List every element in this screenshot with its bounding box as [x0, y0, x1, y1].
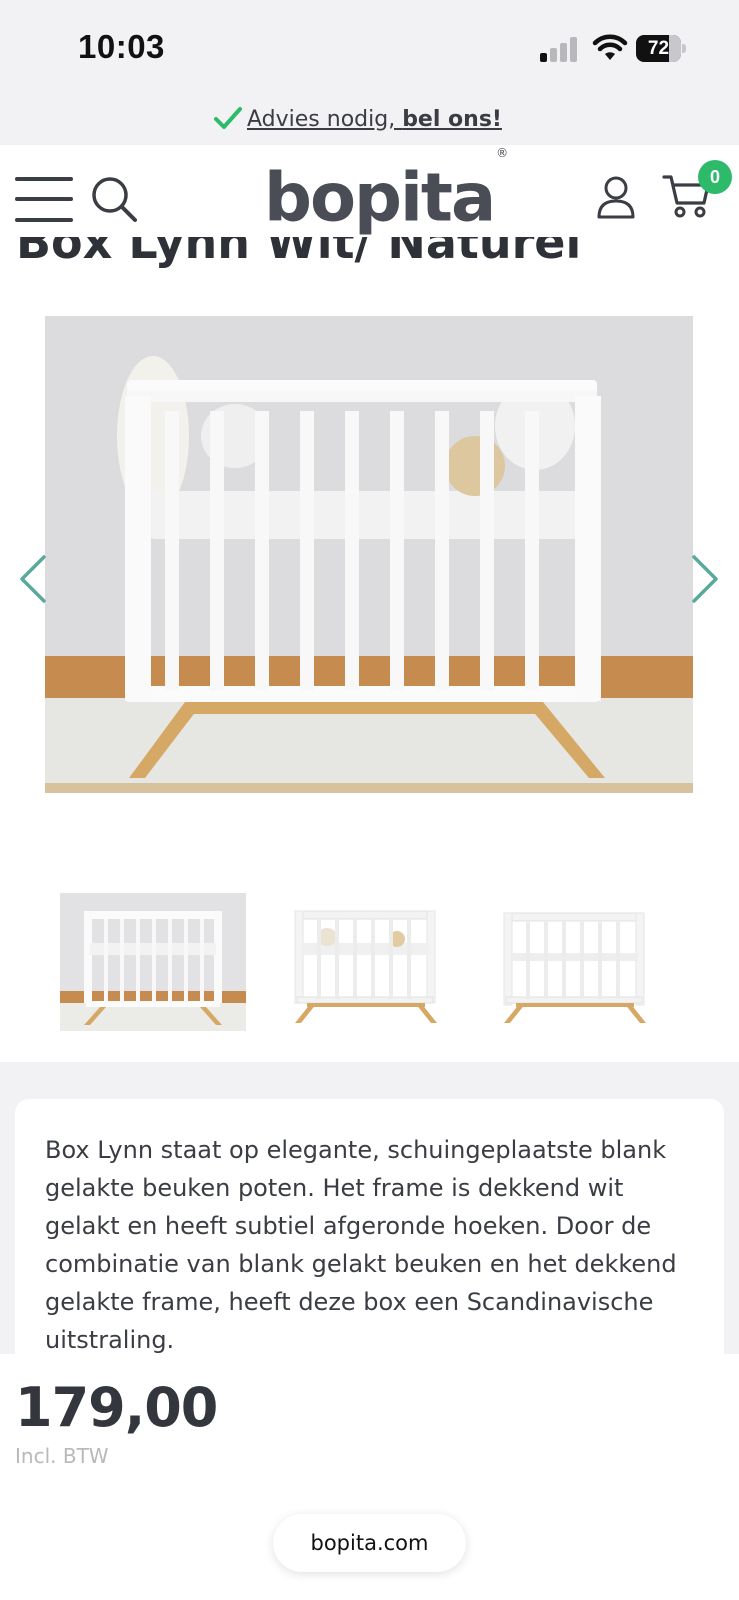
battery-level: 72: [647, 38, 670, 59]
call-us-link[interactable]: bel ons!: [402, 107, 502, 132]
status-bar: 10:03 72: [0, 0, 739, 95]
logo-text: bopita: [264, 158, 496, 237]
user-account-icon[interactable]: [596, 175, 636, 219]
advice-banner[interactable]: Advies nodig, bel ons!: [0, 95, 739, 145]
product-price: 179,00: [15, 1376, 218, 1439]
battery-icon: 72: [636, 35, 686, 62]
next-image-arrow-icon[interactable]: [688, 553, 722, 605]
search-icon[interactable]: [90, 175, 138, 223]
check-icon: [214, 107, 242, 129]
product-page: Box Lynn Wit/ Naturel Box Lynn staat op …: [0, 237, 739, 1354]
hamburger-menu-icon[interactable]: [15, 177, 73, 223]
thumbnail-photo: [503, 912, 646, 1023]
registered-mark: ®: [496, 146, 509, 160]
advice-text: Advies nodig,: [247, 106, 403, 132]
crib-photo: [45, 316, 693, 793]
thumbnail-1[interactable]: [60, 893, 246, 1031]
price-bar: 179,00 Incl. BTW bopita.com: [0, 1354, 739, 1600]
cellular-signal-icon: [540, 36, 580, 62]
thumbnail-3[interactable]: [494, 893, 680, 1031]
image-thumbnails: [0, 893, 739, 1033]
site-header: bopita® 0: [0, 145, 739, 237]
bopita-logo[interactable]: bopita®: [264, 146, 508, 237]
cart-count-badge[interactable]: 0: [698, 160, 732, 194]
thumbnail-photo: [60, 893, 246, 1031]
status-time: 10:03: [78, 28, 165, 65]
thumbnail-photo: [294, 910, 437, 1023]
product-description: Box Lynn staat op elegante, schuingeplaa…: [45, 1136, 677, 1354]
previous-image-arrow-icon[interactable]: [16, 553, 50, 605]
browser-url-pill[interactable]: bopita.com: [273, 1514, 466, 1572]
product-title: Box Lynn Wit/ Naturel: [16, 237, 582, 269]
thumbnail-2[interactable]: [277, 893, 463, 1031]
vat-label: Incl. BTW: [15, 1444, 109, 1468]
wifi-icon: [592, 34, 628, 60]
advice-link[interactable]: Advies nodig, bel ons!: [247, 107, 502, 132]
product-image[interactable]: [45, 316, 693, 793]
